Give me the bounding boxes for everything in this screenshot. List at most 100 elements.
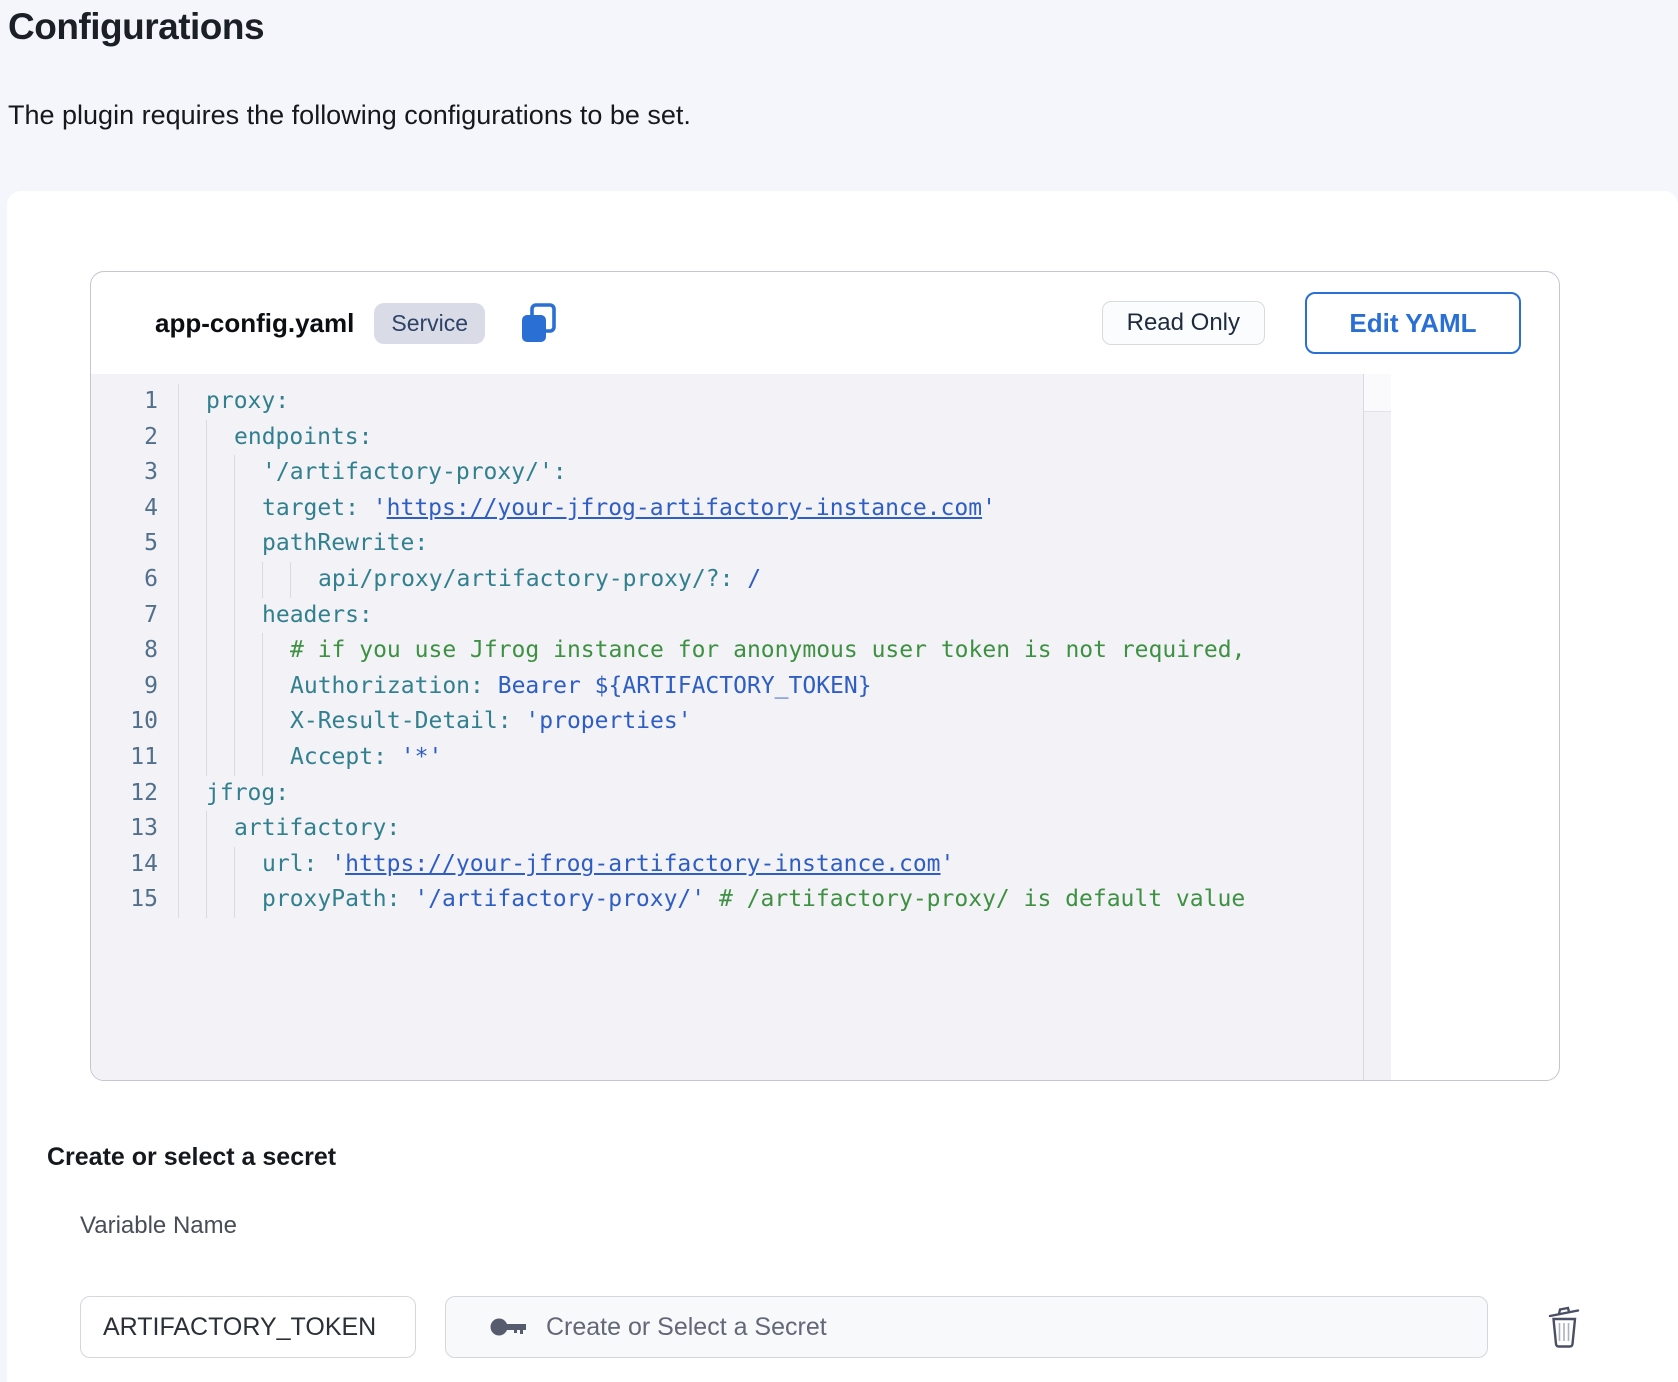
- line-number: 5: [91, 526, 158, 562]
- indent-guide: [234, 598, 262, 634]
- code-token: ': [359, 495, 387, 521]
- code-line: 3 '/artifactory-proxy/':: [91, 455, 1363, 491]
- edit-yaml-button[interactable]: Edit YAML: [1305, 292, 1521, 354]
- indent-guide: [234, 455, 262, 491]
- line-number: 14: [91, 847, 158, 883]
- indent-guide: [234, 740, 262, 776]
- code-line-content: artifactory:: [178, 811, 400, 847]
- code-line-content: Accept: '*': [178, 740, 442, 776]
- code-token: ': [941, 851, 955, 877]
- indent-guide: [206, 562, 234, 598]
- code-token: # if you use Jfrog instance for anonymou…: [290, 637, 1245, 663]
- code-token: headers:: [262, 602, 373, 628]
- trash-icon[interactable]: [1543, 1303, 1587, 1351]
- indent-guide: [290, 562, 318, 598]
- secret-select-input[interactable]: [546, 1313, 1487, 1342]
- indent-guide: [262, 704, 290, 740]
- code-line-content: Authorization: Bearer ${ARTIFACTORY_TOKE…: [178, 669, 872, 705]
- line-number: 2: [91, 420, 158, 456]
- indent-guide: [234, 526, 262, 562]
- code-line: 7headers:: [91, 598, 1363, 634]
- code-link[interactable]: https://your-jfrog-artifactory-instance.…: [387, 495, 982, 521]
- code-token: '*': [387, 744, 442, 770]
- line-number: 13: [91, 811, 158, 847]
- page-subtitle: The plugin requires the following config…: [8, 100, 691, 131]
- indent-guide: [206, 669, 234, 705]
- indent-guide: [206, 882, 234, 918]
- code-lines: 1proxy:2endpoints:3'/artifactory-proxy/'…: [91, 374, 1363, 1080]
- indent-guide: [262, 633, 290, 669]
- code-line-content: proxyPath: '/artifactory-proxy/' # /arti…: [178, 882, 1245, 918]
- code-line-content: headers:: [178, 598, 373, 634]
- code-token: target:: [262, 495, 359, 521]
- code-token: url:: [262, 851, 317, 877]
- code-token: Authorization:: [290, 673, 484, 699]
- variable-name-label: Variable Name: [80, 1212, 237, 1240]
- code-line-content: url: 'https://your-jfrog-artifactory-ins…: [178, 847, 954, 883]
- copy-icon[interactable]: [519, 302, 559, 344]
- code-token: ': [317, 851, 345, 877]
- indent-guide: [234, 562, 262, 598]
- code-line: 2 endpoints:: [91, 420, 1363, 456]
- indent-guide: [262, 562, 290, 598]
- code-token: endpoints:: [234, 424, 372, 450]
- indent-guide: [234, 669, 262, 705]
- scrollbar-thumb[interactable]: [1364, 374, 1391, 412]
- read-only-button[interactable]: Read Only: [1102, 301, 1265, 345]
- code-line-content: proxy:: [178, 384, 289, 420]
- trash-icon-glyph: [1545, 1303, 1585, 1349]
- line-number: 9: [91, 669, 158, 705]
- code-token: # /artifactory-proxy/ is default value: [705, 886, 1245, 912]
- code-token: X-Result-Detail:: [290, 708, 512, 734]
- line-number: 3: [91, 455, 158, 491]
- code-token: api/proxy/artifactory-proxy/?:: [318, 566, 733, 592]
- code-line-content: # if you use Jfrog instance for anonymou…: [178, 633, 1245, 669]
- indent-guide: [206, 526, 234, 562]
- line-number: 10: [91, 704, 158, 740]
- line-number: 4: [91, 491, 158, 527]
- code-token: proxyPath:: [262, 886, 400, 912]
- vertical-scrollbar[interactable]: [1363, 374, 1391, 1080]
- code-token: pathRewrite:: [262, 530, 428, 556]
- code-line-content: endpoints:: [178, 420, 372, 456]
- code-line: 15 proxyPath: '/artifactory-proxy/' # /ar…: [91, 882, 1363, 918]
- indent-guide: [206, 704, 234, 740]
- indent-guide: [206, 491, 234, 527]
- secret-section-heading: Create or select a secret: [47, 1143, 336, 1172]
- indent-guide: [234, 882, 262, 918]
- content-panel: app-config.yaml Service Read Only Edit Y…: [7, 191, 1678, 1382]
- code-line: 14 url: 'https://your-jfrog-artifactory-i…: [91, 847, 1363, 883]
- code-line: 10 X-Result-Detail: 'properties': [91, 704, 1363, 740]
- code-line-content: pathRewrite:: [178, 526, 428, 562]
- code-line-content: X-Result-Detail: 'properties': [178, 704, 692, 740]
- service-badge: Service: [374, 303, 485, 344]
- yaml-editor[interactable]: 1proxy:2endpoints:3'/artifactory-proxy/'…: [91, 374, 1391, 1080]
- code-line: 12jfrog:: [91, 776, 1363, 812]
- indent-guide: [206, 633, 234, 669]
- code-line: 13 artifactory:: [91, 811, 1363, 847]
- line-number: 15: [91, 882, 158, 918]
- code-link[interactable]: https://your-jfrog-artifactory-instance.…: [345, 851, 940, 877]
- indent-guide: [206, 740, 234, 776]
- code-line: 6api/proxy/artifactory-proxy/?: /: [91, 562, 1363, 598]
- code-line: 4 target: 'https://your-jfrog-artifactory…: [91, 491, 1363, 527]
- indent-guide: [262, 669, 290, 705]
- file-name: app-config.yaml: [155, 308, 354, 339]
- indent-guide: [234, 633, 262, 669]
- code-token: '/artifactory-proxy/':: [262, 459, 567, 485]
- variable-name-input[interactable]: [80, 1296, 416, 1358]
- code-line: 5 pathRewrite:: [91, 526, 1363, 562]
- indent-guide: [262, 740, 290, 776]
- indent-guide: [234, 847, 262, 883]
- code-line-content: '/artifactory-proxy/':: [178, 455, 567, 491]
- code-line-content: api/proxy/artifactory-proxy/?: /: [178, 562, 761, 598]
- config-card: app-config.yaml Service Read Only Edit Y…: [90, 271, 1560, 1081]
- key-icon: [490, 1316, 528, 1338]
- page-title: Configurations: [8, 6, 264, 48]
- copy-icon-glyph: [519, 302, 559, 344]
- indent-guide: [206, 455, 234, 491]
- indent-guide: [234, 704, 262, 740]
- code-token: ': [982, 495, 996, 521]
- code-line-content: target: 'https://your-jfrog-artifactory-…: [178, 491, 996, 527]
- secret-select-field[interactable]: [445, 1296, 1488, 1358]
